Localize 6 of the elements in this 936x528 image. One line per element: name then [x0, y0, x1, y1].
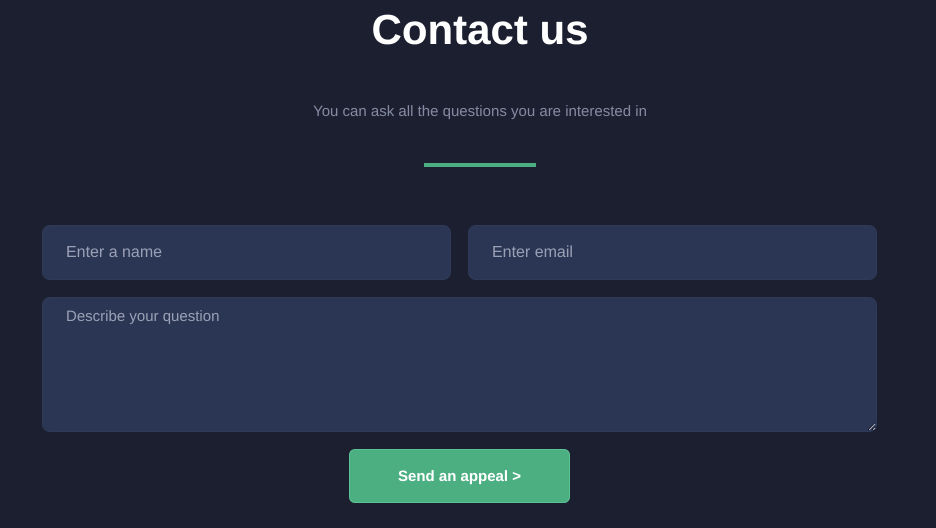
page-title: Contact us [371, 6, 588, 54]
name-field[interactable]: Enter a name [42, 225, 451, 280]
email-field[interactable]: Enter email [468, 225, 877, 280]
send-button[interactable]: Send an appeal > [349, 449, 570, 503]
question-field[interactable]: Describe your question [42, 297, 877, 432]
page-subtitle: You can ask all the questions you are interested in [313, 102, 647, 122]
